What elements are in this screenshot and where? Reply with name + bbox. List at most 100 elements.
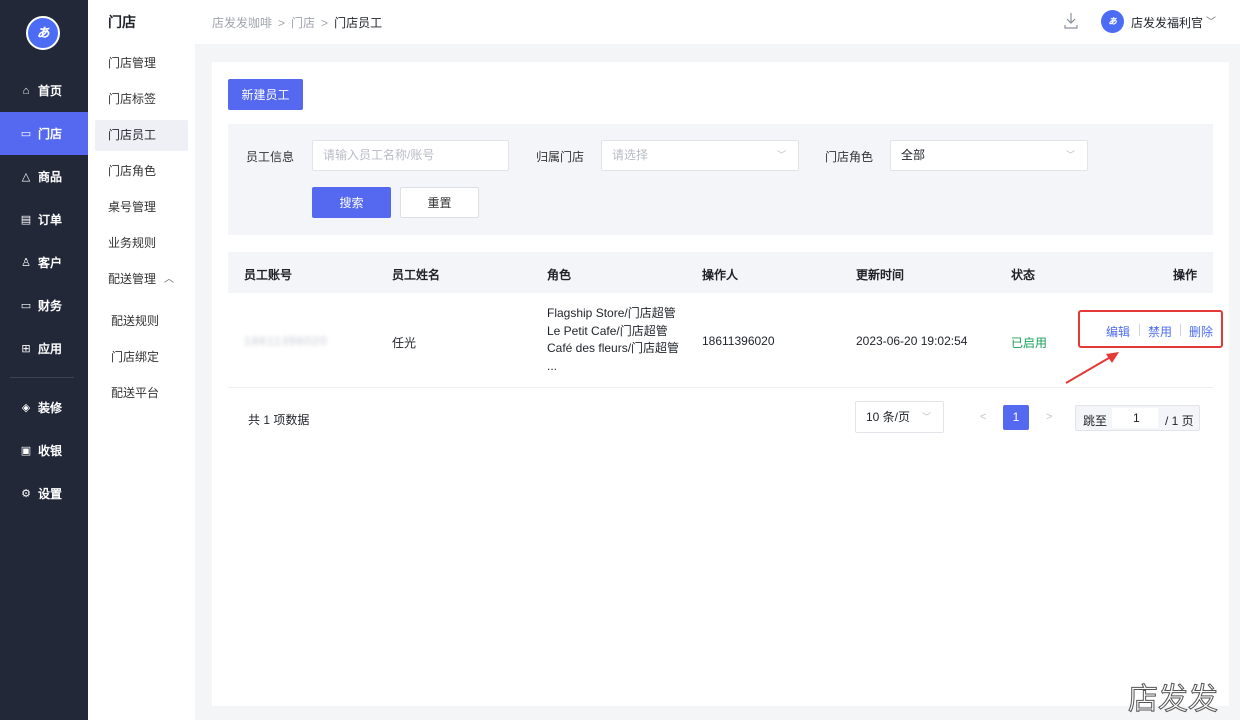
chevron-up-icon: ︿ (164, 274, 174, 285)
nav-item-label: 装修 (38, 401, 63, 415)
breadcrumb-separator-icon: > (278, 16, 286, 30)
nav-item-orders[interactable]: ▤ 订单 (0, 198, 88, 241)
store-select[interactable]: 请选择 ﹀ (601, 140, 799, 171)
nav-item-apps[interactable]: ⊞ 应用 (0, 327, 88, 370)
employee-roles: Flagship Store/门店超管 Le Petit Cafe/门店超管 C… (547, 305, 679, 375)
nav-item-store[interactable]: ▭ 门店 (0, 112, 88, 155)
subnav-item-delivery-platform[interactable]: 配送平台 (95, 378, 188, 409)
nav-item-finance[interactable]: ▭ 财务 (0, 284, 88, 327)
nav-item-settings[interactable]: ⚙ 设置 (0, 472, 88, 515)
subnav-item-business-rules[interactable]: 业务规则 (95, 228, 188, 259)
table-row: 18611396020 任光 Flagship Store/门店超管 Le Pe… (228, 293, 1223, 388)
next-page-icon[interactable]: > (1046, 411, 1052, 423)
jump-label: 跳至 (1083, 414, 1108, 428)
jump-page-input[interactable]: 1 (1112, 408, 1158, 428)
wallet-icon: ▭ (20, 300, 32, 312)
top-bar: 店发发咖啡 > 门店 > 门店员工 ぁ 店发发福利官 ﹀ (195, 0, 1240, 44)
main-nav: ぁ ⌂ 首页 ▭ 门店 △ 商品 ▤ 订单 ♙ 客户 ▭ 财务 ⊞ 应用 ◈ 装修 ▣ 收银 ⚙ 设… (0, 0, 88, 720)
chevron-down-icon[interactable]: ﹀ (1206, 13, 1216, 28)
apps-icon: ⊞ (21, 343, 31, 355)
subnav-item-store-roles[interactable]: 门店角色 (95, 156, 188, 187)
sub-nav: 门店 门店管理 门店标签 门店员工 门店角色 桌号管理 业务规则 配送管理 ︿ 配… (88, 0, 195, 720)
settings-icon: ⚙ (21, 488, 31, 500)
download-icon[interactable] (1063, 12, 1079, 30)
nav-item-customers[interactable]: ♙ 客户 (0, 241, 88, 284)
layers-icon: ◈ (21, 402, 31, 414)
actions-highlight-box: 编辑 禁用 删除 (1078, 310, 1223, 348)
table-header: 员工账号 员工姓名 角色 操作人 更新时间 状态 操作 (228, 252, 1213, 293)
user-avatar[interactable]: ぁ (1101, 10, 1124, 33)
reset-button[interactable]: 重置 (400, 187, 479, 218)
nav-item-label: 财务 (38, 299, 63, 313)
role-entry: Flagship Store/门店超管 (547, 306, 676, 320)
nav-item-label: 收银 (38, 444, 63, 458)
breadcrumb-separator-icon: > (321, 16, 329, 30)
column-header-account: 员工账号 (244, 268, 293, 282)
nav-item-label: 客户 (38, 256, 63, 270)
nav-item-label: 门店 (38, 127, 63, 141)
cashier-icon: ▣ (20, 445, 32, 457)
column-header-status: 状态 (1011, 268, 1036, 282)
store-icon: ▭ (20, 128, 32, 140)
nav-item-label: 首页 (38, 84, 63, 98)
subnav-item-store-staff[interactable]: 门店员工 (95, 120, 188, 151)
nav-item-label: 设置 (38, 487, 63, 501)
role-entry: Café des fleurs/门店超管 (547, 341, 680, 355)
subnav-item-delivery-rules[interactable]: 配送规则 (95, 306, 188, 337)
employee-search-input[interactable]: 请输入员工名称/账号 (312, 140, 509, 171)
breadcrumb-item[interactable]: 门店 (291, 16, 315, 30)
store-select-placeholder: 请选择 (612, 148, 649, 162)
action-divider (1139, 324, 1140, 336)
nav-item-decoration[interactable]: ◈ 装修 (0, 386, 88, 429)
nav-item-home[interactable]: ⌂ 首页 (0, 69, 88, 112)
column-header-role: 角色 (547, 268, 572, 282)
breadcrumb-item[interactable]: 店发发咖啡 (212, 16, 272, 30)
subnav-group-delivery[interactable]: 配送管理 ︿ (95, 264, 188, 295)
role-select[interactable]: 全部 ﹀ (890, 140, 1088, 171)
operator: 18611396020 (702, 334, 775, 348)
nav-item-label: 订单 (38, 213, 63, 227)
nav-item-label: 应用 (38, 342, 63, 356)
search-button[interactable]: 搜索 (312, 187, 391, 218)
page-size-select[interactable]: 10 条/页 ﹀ (855, 401, 944, 433)
chevron-down-icon: ﹀ (921, 412, 931, 422)
filter-panel: 员工信息 请输入员工名称/账号 归属门店 请选择 ﹀ 门店角色 全部 ﹀ 搜索 重置 (228, 124, 1213, 235)
total-pages: / 1 页 (1165, 414, 1194, 428)
chevron-down-icon: ﹀ (776, 150, 786, 160)
edit-link[interactable]: 编辑 (1106, 323, 1130, 340)
page-1-button[interactable]: 1 (1003, 405, 1029, 430)
employee-account: 18611396020 (244, 334, 328, 348)
subnav-item-table-numbers[interactable]: 桌号管理 (95, 192, 188, 223)
new-employee-button[interactable]: 新建员工 (228, 79, 303, 110)
status-badge: 已启用 (1011, 336, 1048, 350)
nav-item-cashier[interactable]: ▣ 收银 (0, 429, 88, 472)
subnav-group-label: 配送管理 (108, 272, 157, 286)
breadcrumb: 店发发咖啡 > 门店 > 门店员工 (212, 14, 382, 31)
subnav-title: 门店 (108, 14, 136, 30)
role-entry: Le Petit Cafe/门店超管 (547, 323, 668, 338)
prev-page-icon[interactable]: < (980, 411, 986, 423)
column-header-updated: 更新时间 (856, 268, 905, 282)
customer-icon: ♙ (21, 257, 31, 269)
page-jumper: 跳至 1 / 1 页 (1075, 405, 1200, 431)
role-entry-more: ... (547, 358, 558, 373)
column-header-actions: 操作 (1173, 268, 1198, 282)
subnav-item-store-binding[interactable]: 门店绑定 (95, 342, 188, 373)
user-name[interactable]: 店发发福利官 (1131, 14, 1203, 31)
chevron-down-icon: ﹀ (1065, 150, 1075, 160)
total-count: 共 1 项数据 (248, 413, 310, 427)
subnav-item-store-tags[interactable]: 门店标签 (95, 84, 188, 115)
employee-search-placeholder: 请输入员工名称/账号 (323, 148, 435, 162)
disable-link[interactable]: 禁用 (1148, 323, 1172, 340)
delete-link[interactable]: 删除 (1189, 323, 1213, 340)
column-header-name: 员工姓名 (392, 268, 441, 282)
app-logo[interactable]: ぁ (26, 16, 60, 50)
content-card: 新建员工 员工信息 请输入员工名称/账号 归属门店 请选择 ﹀ 门店角色 全部 ﹀ … (212, 62, 1229, 706)
subnav-item-store-management[interactable]: 门店管理 (95, 48, 188, 79)
order-icon: ▤ (20, 214, 32, 226)
role-label: 门店角色 (825, 150, 874, 164)
nav-divider (10, 377, 74, 378)
nav-item-products[interactable]: △ 商品 (0, 155, 88, 198)
store-label: 归属门店 (536, 150, 585, 164)
nav-item-label: 商品 (38, 170, 63, 184)
